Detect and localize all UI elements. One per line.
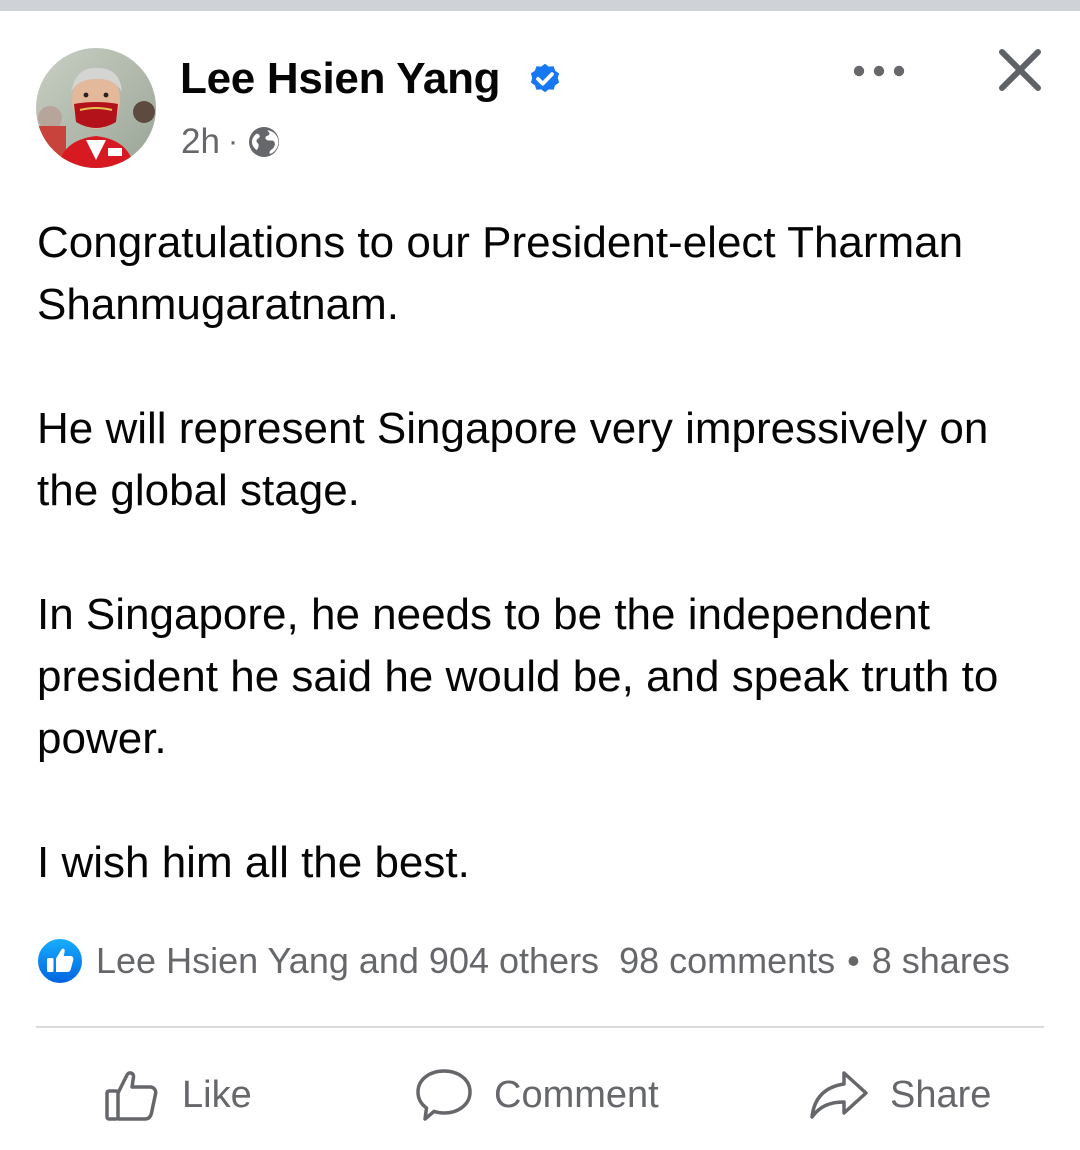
comment-label: Comment [494, 1073, 659, 1116]
comment-bubble-icon [416, 1069, 472, 1121]
stats-bullet: • [847, 940, 860, 981]
author-avatar[interactable] [36, 48, 156, 168]
post-paragraph: He will represent Singapore very impress… [37, 404, 989, 515]
reaction-stats-bar: Lee Hsien Yang and 904 others 98 comment… [36, 934, 1080, 988]
post-body: Congratulations to our President-elect T… [37, 212, 1047, 956]
like-reaction-icon[interactable] [36, 937, 84, 985]
verified-badge-icon [530, 63, 560, 93]
comment-button[interactable]: Comment [414, 1062, 659, 1128]
reaction-summary[interactable]: Lee Hsien Yang and 904 others [96, 940, 599, 982]
author-name[interactable]: Lee Hsien Yang [180, 52, 501, 106]
like-button[interactable]: Like [102, 1062, 252, 1128]
share-arrow-icon [810, 1071, 868, 1119]
divider [36, 1026, 1044, 1028]
avatar-image [36, 48, 156, 168]
post-paragraph: I wish him all the best. [37, 838, 470, 887]
post-meta: 2h · [181, 120, 282, 164]
close-icon[interactable] [996, 46, 1044, 94]
post-timestamp[interactable]: 2h [181, 122, 220, 162]
post-paragraph: Congratulations to our President-elect T… [37, 218, 964, 329]
shares-count[interactable]: 8 shares [872, 940, 1010, 982]
thumbs-up-icon [105, 1071, 158, 1121]
more-options-icon[interactable] [850, 56, 908, 86]
meta-separator: · [227, 125, 238, 158]
share-label: Share [890, 1073, 992, 1116]
post-card: Lee Hsien Yang 2h · Congratulations to o… [0, 0, 1080, 1150]
comments-count[interactable]: 98 comments [619, 940, 835, 982]
like-label: Like [182, 1073, 252, 1116]
globe-icon [248, 127, 279, 157]
post-paragraph: In Singapore, he needs to be the indepen… [37, 590, 999, 763]
share-button[interactable]: Share [808, 1062, 991, 1128]
